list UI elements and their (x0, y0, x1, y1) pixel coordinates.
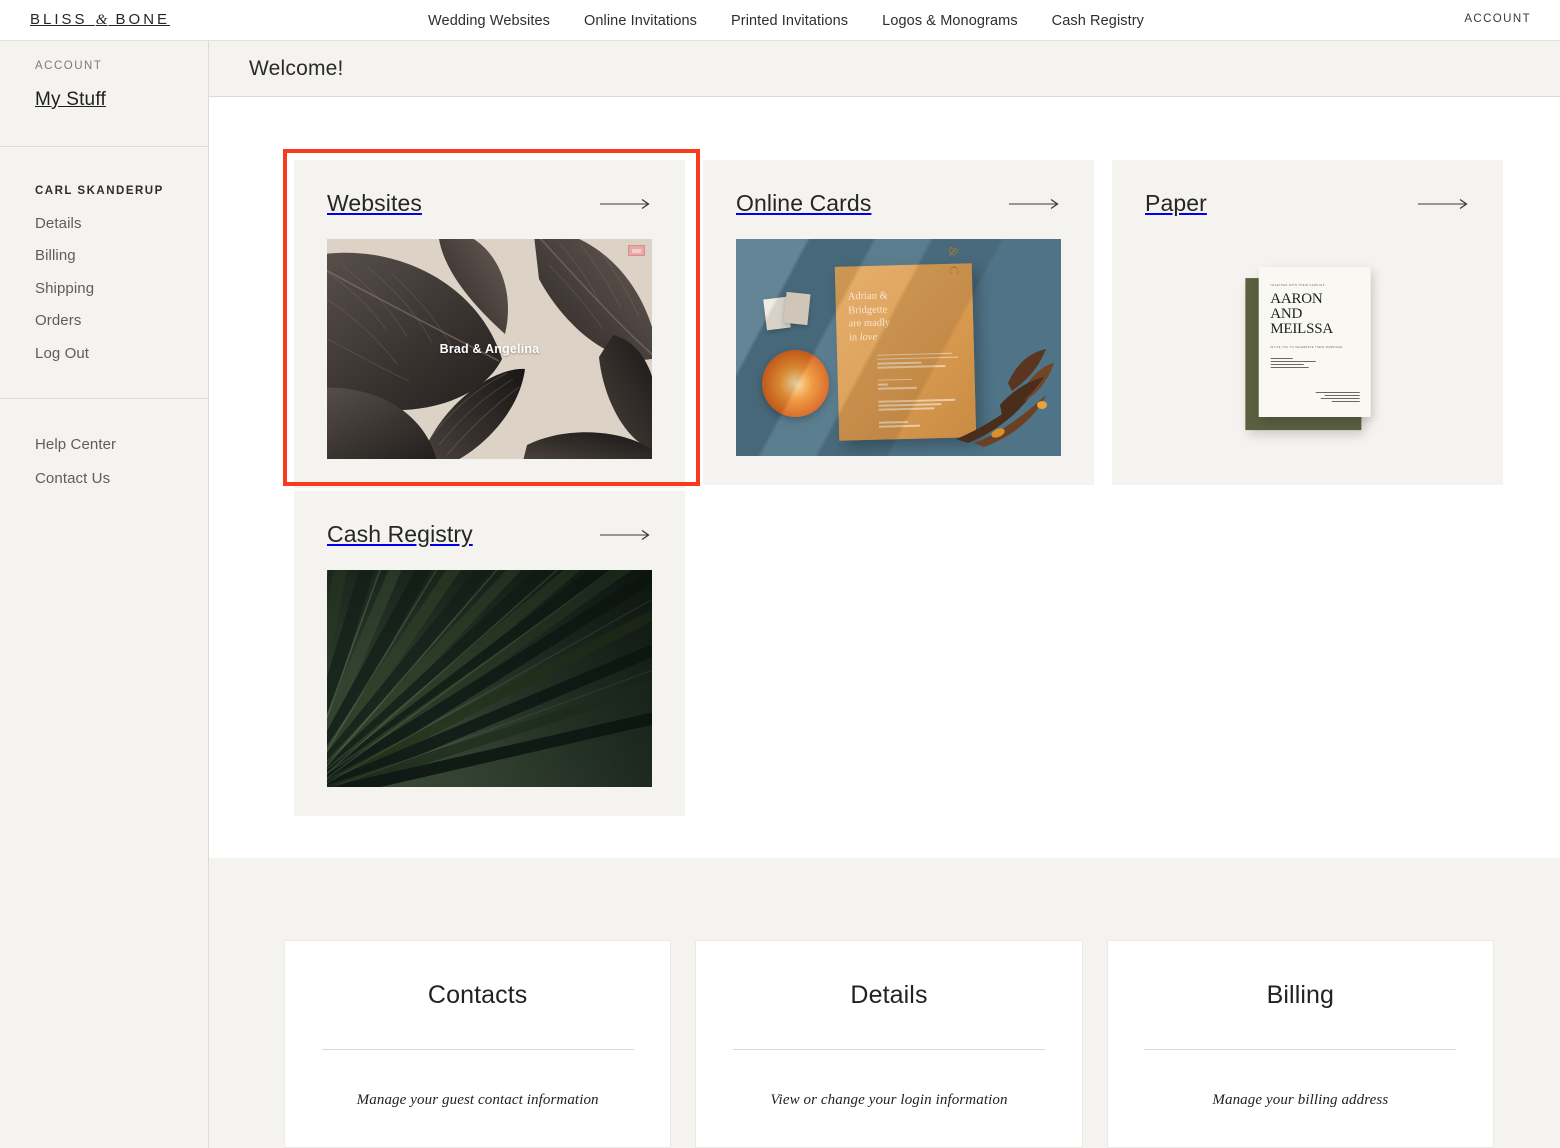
sidebar-eyebrow-account: ACCOUNT (35, 60, 103, 72)
sidebar-item-my-stuff[interactable]: My Stuff (35, 89, 106, 110)
info-card-desc-contacts: Manage your guest contact information (356, 1092, 599, 1108)
nav-item-logos-monograms[interactable]: Logos & Monograms (882, 13, 1018, 29)
ribbon-badge-icon (628, 245, 645, 256)
invitation-detail-lines (1270, 358, 1358, 368)
info-card-title-details: Details (850, 981, 928, 1009)
brand-name-left: BLISS (30, 11, 88, 28)
brand-ampersand-icon: & (95, 12, 108, 28)
sidebar-user-name: CARL SKANDERUP (35, 185, 164, 197)
product-card-header: Paper (1112, 160, 1503, 217)
brand-name-right: BONE (115, 11, 171, 28)
product-thumbnail-wrap: TOGETHER WITH THEIR FAMILIES AARON AND M… (1112, 217, 1503, 485)
invitation-headline: Adrian & Bridgette are madly in love (847, 290, 891, 344)
website-preview-thumbnail: Brad & Angelina (327, 239, 652, 459)
brand-logo[interactable]: BLISS & BONE (30, 11, 170, 29)
product-card-websites[interactable]: Websites Brad & Angelina (294, 160, 685, 488)
page-header: Welcome! (209, 41, 1560, 97)
product-card-cash-registry[interactable]: Cash Registry (294, 491, 685, 816)
arrow-right-icon (1418, 198, 1468, 209)
sidebar-item-orders[interactable]: Orders (35, 312, 208, 329)
main-navigation: Wedding Websites Online Invitations Prin… (428, 0, 1144, 41)
arrow-right-icon (600, 198, 650, 209)
product-card-title-paper: Paper (1145, 190, 1207, 216)
product-card-online-cards[interactable]: Online Cards A & C Adrian & Bridgette ar… (703, 160, 1094, 485)
product-thumbnail-wrap (294, 548, 685, 816)
info-card-desc-billing: Manage your billing address (1212, 1092, 1389, 1108)
sidebar-item-contact-us[interactable]: Contact Us (35, 470, 208, 487)
sidebar-item-shipping[interactable]: Shipping (35, 280, 208, 297)
info-card-billing[interactable]: Billing Manage your billing address (1106, 940, 1494, 1148)
bird-of-paradise-flower-icon (955, 348, 1054, 447)
info-card-title-billing: Billing (1266, 981, 1335, 1009)
invitation-monogram: A & C (945, 239, 962, 278)
info-card-desc-details: View or change your login information (770, 1092, 1008, 1108)
divider (1144, 1049, 1457, 1050)
product-card-header: Online Cards (703, 160, 1094, 217)
nav-item-online-invitations[interactable]: Online Invitations (584, 13, 697, 29)
online-card-photo-thumbnail: A & C Adrian & Bridgette are madly in lo… (736, 239, 1061, 456)
palm-frond-illustration (327, 570, 652, 787)
nav-item-cash-registry[interactable]: Cash Registry (1052, 13, 1144, 29)
invitation-detail-lines-right (1315, 392, 1360, 403)
sidebar-item-details[interactable]: Details (35, 215, 208, 232)
product-card-header: Websites (294, 160, 685, 217)
info-card-grid: Contacts Manage your guest contact infor… (284, 940, 1494, 1148)
sidebar-item-help-center[interactable]: Help Center (35, 436, 208, 453)
arrow-right-icon (1009, 198, 1059, 209)
sidebar-item-billing[interactable]: Billing (35, 247, 208, 264)
dried-orange-slice-icon (762, 349, 829, 417)
page-title: Welcome! (249, 56, 344, 80)
divider (321, 1049, 634, 1050)
paper-invitation-thumbnail: TOGETHER WITH THEIR FAMILIES AARON AND M… (1145, 239, 1470, 456)
invitation-eyebrow: TOGETHER WITH THEIR FAMILIES (1270, 283, 1325, 287)
info-card-title-contacts: Contacts (427, 981, 528, 1009)
account-shortcuts-section: Contacts Manage your guest contact infor… (209, 858, 1560, 1148)
info-card-details[interactable]: Details View or change your login inform… (695, 940, 1083, 1148)
product-card-title-websites: Websites (327, 190, 422, 216)
sidebar-item-log-out[interactable]: Log Out (35, 345, 208, 362)
palm-frond-photo-thumbnail (327, 570, 652, 787)
info-card-contacts[interactable]: Contacts Manage your guest contact infor… (284, 940, 672, 1148)
stamp-icon (783, 292, 811, 326)
nav-item-wedding-websites[interactable]: Wedding Websites (428, 13, 550, 29)
product-thumbnail-wrap: A & C Adrian & Bridgette are madly in lo… (703, 217, 1094, 485)
website-couple-names: Brad & Angelina (439, 342, 540, 356)
product-card-title-online-cards: Online Cards (736, 190, 872, 216)
divider (732, 1049, 1045, 1050)
top-bar: BLISS & BONE Wedding Websites Online Inv… (0, 0, 1560, 41)
product-card-title-cash-registry: Cash Registry (327, 521, 473, 547)
arrow-right-icon (600, 529, 650, 540)
product-card-header: Cash Registry (294, 491, 685, 548)
invitation-card-art: TOGETHER WITH THEIR FAMILIES AARON AND M… (1258, 266, 1371, 417)
account-link[interactable]: ACCOUNT (1464, 13, 1531, 25)
product-card-paper[interactable]: Paper TOGETHER WITH THEIR FAMILIES AARON… (1112, 160, 1503, 485)
product-thumbnail-wrap: Brad & Angelina (294, 217, 685, 488)
invitation-names: AARON AND MEILSSA (1270, 290, 1334, 338)
sidebar: ACCOUNT My Stuff CARL SKANDERUP Details … (0, 41, 209, 1148)
invitation-subtext: INVITE YOU TO CELEBRATE THEIR MARRIAGE (1270, 346, 1343, 350)
nav-item-printed-invitations[interactable]: Printed Invitations (731, 13, 848, 29)
main-content: Websites Brad & Angelina Online Cards A … (209, 97, 1560, 858)
